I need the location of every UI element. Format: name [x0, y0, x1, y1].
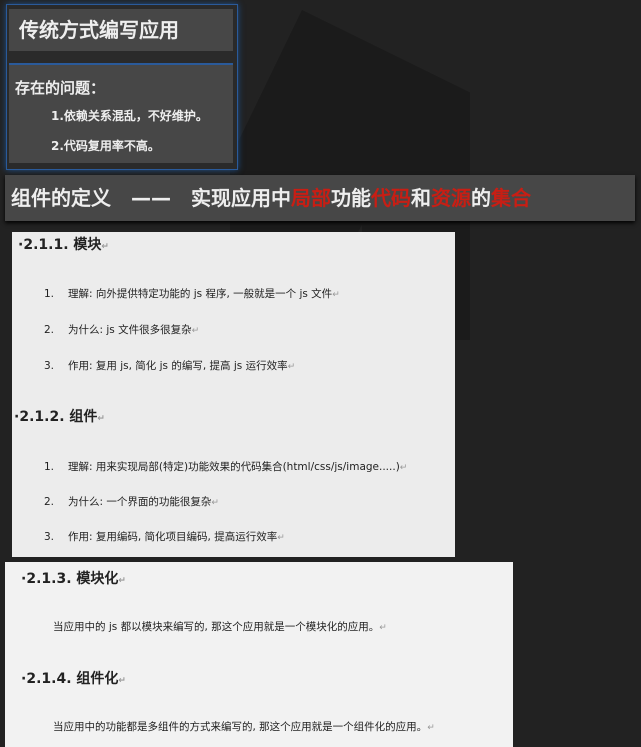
- list-item: 3. 作用: 复用 js, 简化 js 的编写, 提高 js 运行效率↵: [44, 360, 296, 372]
- section-heading: ·2.1.4. 组件化↵: [21, 671, 126, 687]
- banner-highlight: 代码: [371, 186, 411, 210]
- banner-prefix: 组件的定义 —— 实现应用中: [11, 186, 291, 210]
- component-definition-banner: 组件的定义 —— 实现应用中局部功能代码和资源的集合: [5, 175, 635, 221]
- banner-text: 和: [411, 186, 431, 210]
- banner-text: 功能: [331, 186, 371, 210]
- banner-highlight: 局部: [291, 186, 331, 210]
- problem-item: 1.依赖关系混乱，不好维护。: [51, 109, 208, 123]
- section-heading: ·2.1.1. 模块↵: [18, 237, 109, 253]
- document-page-modularization: ·2.1.3. 模块化↵ 当应用中的 js 都以模块来编写的, 那这个应用就是一…: [5, 562, 513, 747]
- section-heading: ·2.1.2. 组件↵: [14, 409, 105, 425]
- banner-highlight: 资源: [431, 186, 471, 210]
- section-heading: ·2.1.3. 模块化↵: [21, 571, 126, 587]
- panel-title: 传统方式编写应用: [9, 9, 233, 51]
- problem-item: 2.代码复用率不高。: [51, 139, 160, 153]
- problems-title: 存在的问题：: [15, 79, 106, 97]
- document-page-modules-components: ·2.1.1. 模块↵ 1. 理解: 向外提供特定功能的 js 程序, 一般就是一…: [12, 232, 455, 557]
- problems-box: 存在的问题： 1.依赖关系混乱，不好维护。 2.代码复用率不高。: [9, 63, 233, 163]
- list-item: 1. 理解: 用来实现局部(特定)功能效果的代码集合(html/css/js/im…: [44, 461, 408, 473]
- list-item: 1. 理解: 向外提供特定功能的 js 程序, 一般就是一个 js 文件↵: [44, 288, 340, 300]
- section-paragraph: 当应用中的 js 都以模块来编写的, 那这个应用就是一个模块化的应用。↵: [53, 621, 387, 633]
- section-paragraph: 当应用中的功能都是多组件的方式来编写的, 那这个应用就是一个组件化的应用。↵: [53, 721, 435, 733]
- traditional-app-panel: 传统方式编写应用 存在的问题： 1.依赖关系混乱，不好维护。 2.代码复用率不高…: [6, 4, 238, 170]
- banner-highlight: 集合: [491, 186, 531, 210]
- list-item: 2. 为什么: js 文件很多很复杂↵: [44, 324, 200, 336]
- list-item: 2. 为什么: 一个界面的功能很复杂↵: [44, 496, 219, 508]
- list-item: 3. 作用: 复用编码, 简化项目编码, 提高运行效率↵: [44, 531, 285, 543]
- banner-text: 的: [471, 186, 491, 210]
